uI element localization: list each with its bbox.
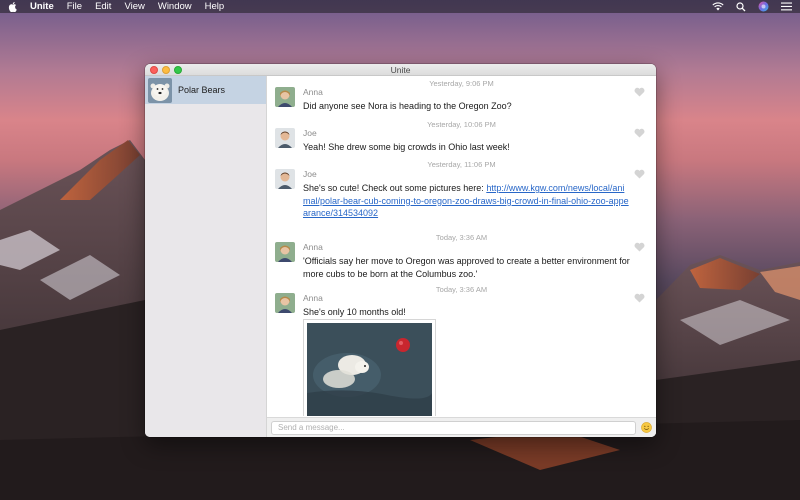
close-button[interactable] [150,66,158,74]
conversation-sidebar: Polar Bears [145,76,267,437]
message-item: Joe She's so cute! Check out some pictur… [275,169,648,221]
apple-icon[interactable] [8,1,18,12]
message-text: Did anyone see Nora is heading to the Or… [303,101,512,111]
chat-pane: Yesterday, 9:06 PM Anna Did anyone see N… [267,76,656,437]
wifi-icon[interactable] [712,2,724,11]
message-text-body: She's so cute! Check out some pictures h… [303,183,487,193]
emoji-icon[interactable] [641,422,652,433]
menu-window[interactable]: Window [158,0,192,13]
conversation-item-polar-bears[interactable]: Polar Bears [145,76,266,104]
menu-help[interactable]: Help [205,0,225,13]
anna-avatar [275,87,295,107]
menu-bar: Unite File Edit View Window Help [0,0,800,13]
anna-avatar [275,293,295,313]
menu-view[interactable]: View [124,0,144,13]
heart-icon[interactable] [634,128,645,138]
polar-bear-swimming-photo [307,323,432,416]
message-input[interactable] [271,420,636,435]
message-text: She's only 10 months old! [303,307,406,317]
message-item: Anna 'Officials say her move to Oregon w… [275,242,648,282]
menu-app-name[interactable]: Unite [30,0,54,13]
list-icon[interactable] [781,2,792,11]
joe-avatar [275,128,295,148]
window-title: Unite [390,64,411,75]
conversation-name: Polar Bears [178,85,226,95]
message-item: Anna Did anyone see Nora is heading to t… [275,87,648,115]
menu-edit[interactable]: Edit [95,0,111,13]
message-text: 'Officials say her move to Oregon was ap… [303,256,630,279]
anna-avatar [275,242,295,262]
heart-icon[interactable] [634,242,645,252]
message-timestamp: Yesterday, 11:06 PM [427,160,496,169]
photo-attachment[interactable] [303,319,436,416]
message-sender: Anna [303,87,323,97]
message-timestamp: Today, 3:36 AM [435,233,488,242]
heart-icon[interactable] [634,169,645,179]
polar-bear-avatar [148,77,172,103]
message-sender: Anna [303,242,323,252]
siri-icon[interactable] [758,1,769,12]
message-list[interactable]: Yesterday, 9:06 PM Anna Did anyone see N… [267,76,656,416]
heart-icon[interactable] [634,87,645,97]
message-item: Joe Yeah! She drew some big crowds in Oh… [275,128,648,156]
message-sender: Joe [303,169,317,179]
window-titlebar[interactable]: Unite [145,64,656,76]
message-text: Yeah! She drew some big crowds in Ohio l… [303,142,510,152]
message-composer [267,417,656,437]
joe-avatar [275,169,295,189]
message-sender: Anna [303,293,323,303]
minimize-button[interactable] [162,66,170,74]
message-item: Anna She's only 10 months old! [275,293,648,416]
message-sender: Joe [303,128,317,138]
heart-icon[interactable] [634,293,645,303]
search-icon[interactable] [736,1,746,12]
menu-file[interactable]: File [67,0,82,13]
maximize-button[interactable] [174,66,182,74]
message-text: She's so cute! Check out some pictures h… [303,182,630,220]
app-window: Unite Polar Bears Yesterday, 9:06 PM Ann… [145,64,656,437]
